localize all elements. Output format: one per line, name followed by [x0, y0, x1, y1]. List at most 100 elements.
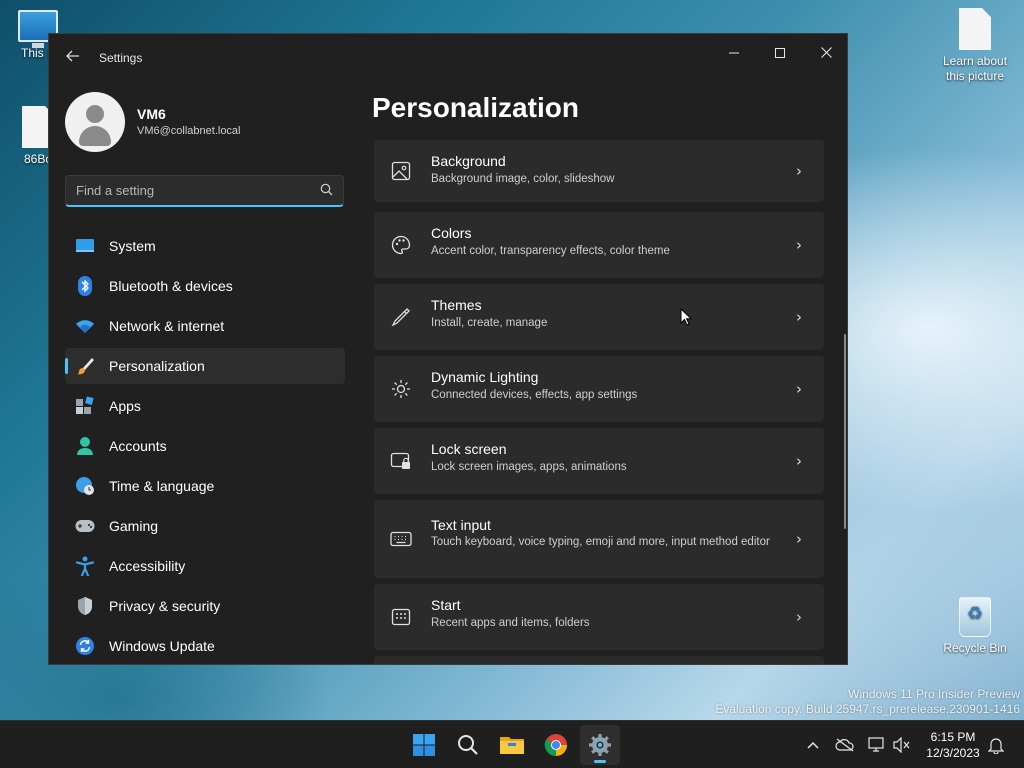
volume-muted-icon[interactable]: [892, 735, 912, 755]
desktop-icon-recycle-bin[interactable]: Recycle Bin: [935, 597, 1015, 656]
sidebar-item-label: Bluetooth & devices: [109, 278, 233, 294]
sidebar-item-label: Apps: [109, 398, 141, 414]
card-title: Themes: [431, 297, 482, 313]
settings-card-list: Background Background image, color, slid…: [374, 140, 824, 664]
lighting-icon: [390, 378, 412, 400]
card-text-input[interactable]: Text input Touch keyboard, voice typing,…: [374, 500, 824, 578]
search-button[interactable]: [448, 725, 488, 765]
minimize-icon: [729, 52, 739, 54]
globe-clock-icon: [75, 476, 95, 496]
card-title: Colors: [431, 225, 472, 241]
chevron-right-icon: ›: [796, 308, 802, 326]
evaluation-watermark: Windows 11 Pro Insider Preview Evaluatio…: [715, 687, 1020, 717]
close-button[interactable]: [803, 40, 847, 70]
close-icon: [820, 47, 832, 58]
keyboard-icon: [390, 528, 412, 550]
avatar-body: [79, 126, 111, 146]
chevron-right-icon: ›: [796, 380, 802, 398]
card-subtitle: Recent apps and items, folders: [431, 617, 590, 629]
title-bar[interactable]: Settings: [49, 34, 847, 82]
file-explorer-button[interactable]: [492, 725, 532, 765]
sidebar-item-label: Accounts: [109, 438, 167, 454]
card-background[interactable]: Background Background image, color, slid…: [374, 140, 824, 202]
chevron-right-icon: ›: [796, 236, 802, 254]
profile-email: VM6@collabnet.local: [137, 125, 241, 137]
desktop-icon-learn-about-picture[interactable]: Learn about this picture: [935, 8, 1015, 84]
watermark-line: Windows 11 Pro Insider Preview: [848, 687, 1020, 701]
card-subtitle: Touch keyboard, voice typing, emoji and …: [431, 536, 770, 548]
network-status-icon[interactable]: [867, 735, 887, 755]
sidebar-item-bluetooth[interactable]: Bluetooth & devices: [65, 268, 345, 304]
card-themes[interactable]: Themes Install, create, manage ›: [374, 284, 824, 350]
recycle-bin-icon: [959, 597, 991, 637]
card-title: Lock screen: [431, 441, 507, 457]
taskbar-clock[interactable]: 6:15 PM 12/3/2023: [922, 729, 984, 761]
search-input[interactable]: [66, 176, 306, 205]
notification-bell-icon[interactable]: [986, 735, 1006, 755]
card-next-partial[interactable]: [374, 656, 824, 664]
avatar[interactable]: [65, 92, 125, 152]
settings-button[interactable]: [580, 725, 620, 765]
start-button[interactable]: [404, 725, 444, 765]
sidebar-item-label: Personalization: [109, 358, 205, 374]
sidebar-item-accessibility[interactable]: Accessibility: [65, 548, 345, 584]
sidebar-item-label: System: [109, 238, 156, 254]
sidebar-item-windows-update[interactable]: Windows Update: [65, 628, 345, 664]
back-button[interactable]: [63, 48, 83, 68]
sidebar-item-time-language[interactable]: Time & language: [65, 468, 345, 504]
card-colors[interactable]: Colors Accent color, transparency effect…: [374, 212, 824, 278]
card-subtitle: Lock screen images, apps, animations: [431, 461, 627, 473]
app-title: Settings: [99, 51, 143, 65]
minimize-button[interactable]: [711, 40, 757, 70]
sidebar-item-network[interactable]: Network & internet: [65, 308, 345, 344]
shield-icon: [75, 596, 95, 616]
sidebar-item-label: Time & language: [109, 478, 215, 494]
lock-screen-icon: [390, 450, 412, 472]
taskbar: 6:15 PM 12/3/2023: [0, 720, 1024, 768]
windows-logo-icon: [413, 734, 435, 756]
chrome-icon: [544, 734, 567, 756]
card-subtitle: Background image, color, slideshow: [431, 173, 615, 185]
profile-name: VM6: [137, 106, 166, 122]
card-title: Text input: [431, 517, 491, 533]
clock-time: 6:15 PM: [930, 730, 976, 744]
card-dynamic-lighting[interactable]: Dynamic Lighting Connected devices, effe…: [374, 356, 824, 422]
sidebar-item-gaming[interactable]: Gaming: [65, 508, 345, 544]
brush-icon: [75, 356, 95, 376]
search-icon[interactable]: [320, 183, 333, 196]
sidebar-item-label: Privacy & security: [109, 598, 221, 614]
maximize-button[interactable]: [757, 40, 803, 70]
sidebar-item-system[interactable]: System: [65, 228, 345, 264]
desktop-icon-label: Recycle Bin: [943, 641, 1007, 655]
chevron-right-icon: ›: [796, 530, 802, 548]
sidebar-item-accounts[interactable]: Accounts: [65, 428, 345, 464]
watermark-line: Evaluation copy. Build 25947.rs_prerelea…: [715, 702, 1020, 716]
card-title: Background: [431, 153, 506, 169]
sidebar-item-personalization[interactable]: Personalization: [65, 348, 345, 384]
system-icon: [75, 236, 95, 256]
card-subtitle: Install, create, manage: [431, 317, 548, 329]
mouse-cursor-icon: [680, 308, 692, 326]
sidebar-item-label: Gaming: [109, 518, 159, 534]
gear-icon: [589, 734, 611, 756]
gamepad-icon: [75, 516, 95, 536]
chevron-right-icon: ›: [796, 608, 802, 626]
sidebar-item-apps[interactable]: Apps: [65, 388, 345, 424]
palette-icon: [390, 234, 412, 256]
image-icon: [390, 160, 412, 182]
chevron-right-icon: ›: [796, 452, 802, 470]
search-box[interactable]: [65, 175, 344, 207]
accessibility-icon: [75, 556, 95, 576]
onedrive-offline-icon[interactable]: [835, 735, 855, 755]
card-lock-screen[interactable]: Lock screen Lock screen images, apps, an…: [374, 428, 824, 494]
show-hidden-icons-chevron-up-icon[interactable]: [803, 735, 823, 755]
sidebar-nav: System Bluetooth & devices Network & int…: [65, 228, 345, 664]
chrome-button[interactable]: [536, 725, 576, 765]
sidebar-item-privacy-security[interactable]: Privacy & security: [65, 588, 345, 624]
start-menu-icon: [390, 606, 412, 628]
card-start[interactable]: Start Recent apps and items, folders ›: [374, 584, 824, 650]
card-subtitle: Accent color, transparency effects, colo…: [431, 245, 670, 257]
apps-icon: [75, 396, 95, 416]
content-scrollbar[interactable]: [844, 334, 846, 529]
accounts-icon: [75, 436, 95, 456]
